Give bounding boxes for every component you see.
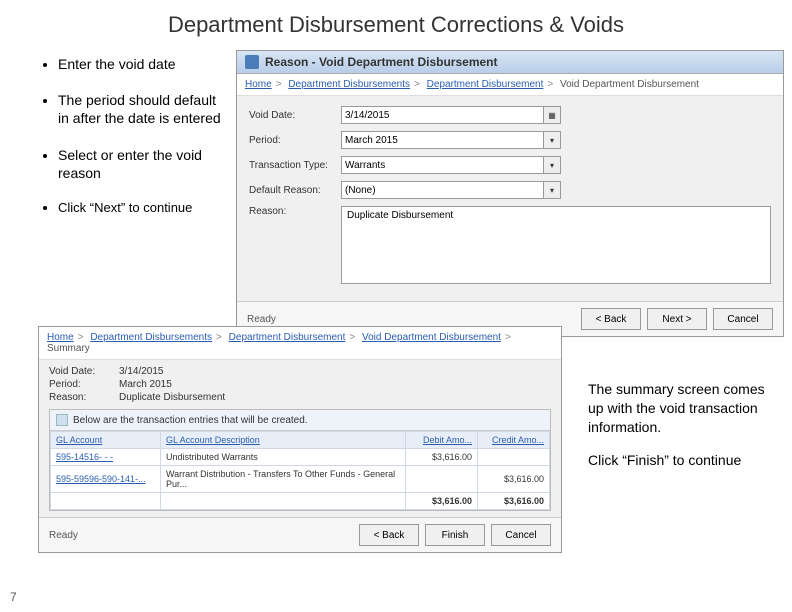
summary-window: Home> Department Disbursements> Departme… bbox=[38, 326, 562, 553]
dropdown-icon[interactable]: ▾ bbox=[543, 181, 561, 199]
txn-type-input[interactable] bbox=[341, 156, 544, 174]
info-icon bbox=[56, 414, 68, 426]
table-row: 595-59596-590-141-... Warrant Distributi… bbox=[51, 466, 550, 493]
window-titlebar: Reason - Void Department Disbursement bbox=[237, 51, 783, 74]
next-button[interactable]: Next > bbox=[647, 308, 707, 330]
sum-void-date-value: 3/14/2015 bbox=[119, 366, 164, 377]
period-label: Period: bbox=[249, 135, 341, 146]
status-text: Ready bbox=[247, 314, 575, 325]
crumb-dept-disbursements[interactable]: Department Disbursements bbox=[90, 332, 212, 343]
crumb-current: Void Department Disbursement bbox=[560, 79, 699, 90]
crumb-current: Summary bbox=[47, 343, 90, 354]
crumb-dept-disbursements[interactable]: Department Disbursements bbox=[288, 79, 410, 90]
bullet-list: Enter the void date The period should de… bbox=[40, 55, 225, 235]
window-title: Reason - Void Department Disbursement bbox=[265, 55, 498, 69]
default-reason-label: Default Reason: bbox=[249, 185, 341, 196]
dropdown-icon[interactable]: ▾ bbox=[543, 156, 561, 174]
cell-description: Warrant Distribution - Transfers To Othe… bbox=[161, 466, 406, 493]
back-button[interactable]: < Back bbox=[581, 308, 641, 330]
col-credit[interactable]: Credit Amo... bbox=[478, 432, 550, 449]
sum-void-date-label: Void Date: bbox=[49, 366, 119, 377]
page-number: 7 bbox=[10, 590, 17, 604]
table-row: 595-14516- - - Undistributed Warrants $3… bbox=[51, 449, 550, 466]
cell-debit: $3,616.00 bbox=[406, 449, 478, 466]
bullet-item: The period should default in after the d… bbox=[58, 91, 225, 127]
reason-textarea[interactable]: Duplicate Disbursement bbox=[342, 207, 770, 283]
cancel-button[interactable]: Cancel bbox=[491, 524, 551, 546]
note-paragraph: The summary screen comes up with the voi… bbox=[588, 380, 768, 437]
crumb-dept-disbursement[interactable]: Department Disbursement bbox=[229, 332, 346, 343]
breadcrumb: Home> Department Disbursements> Departme… bbox=[39, 327, 561, 360]
cell-debit bbox=[406, 466, 478, 493]
transaction-grid: Below are the transaction entries that w… bbox=[49, 409, 551, 511]
bullet-item: Select or enter the void reason bbox=[58, 146, 225, 182]
sum-period-label: Period: bbox=[49, 379, 119, 390]
crumb-home[interactable]: Home bbox=[47, 332, 74, 343]
reason-label: Reason: bbox=[249, 206, 341, 217]
cell-gl-account[interactable]: 595-14516- - - bbox=[51, 449, 161, 466]
period-input[interactable] bbox=[341, 131, 544, 149]
sum-period-value: March 2015 bbox=[119, 379, 172, 390]
cell-credit bbox=[478, 449, 550, 466]
app-icon bbox=[245, 55, 259, 69]
crumb-dept-disbursement[interactable]: Department Disbursement bbox=[427, 79, 544, 90]
default-reason-input[interactable] bbox=[341, 181, 544, 199]
void-date-label: Void Date: bbox=[249, 110, 341, 121]
back-button[interactable]: < Back bbox=[359, 524, 419, 546]
breadcrumb: Home> Department Disbursements> Departme… bbox=[237, 74, 783, 96]
col-debit[interactable]: Debit Amo... bbox=[406, 432, 478, 449]
side-notes: The summary screen comes up with the voi… bbox=[588, 380, 768, 484]
txn-type-label: Transaction Type: bbox=[249, 160, 341, 171]
crumb-void[interactable]: Void Department Disbursement bbox=[362, 332, 501, 343]
grid-info-text: Below are the transaction entries that w… bbox=[73, 415, 308, 426]
table-total-row: $3,616.00 $3,616.00 bbox=[51, 493, 550, 510]
total-credit: $3,616.00 bbox=[478, 493, 550, 510]
slide-title: Department Disbursement Corrections & Vo… bbox=[0, 0, 792, 46]
cancel-button[interactable]: Cancel bbox=[713, 308, 773, 330]
col-gl-account[interactable]: GL Account bbox=[51, 432, 161, 449]
cell-credit: $3,616.00 bbox=[478, 466, 550, 493]
dropdown-icon[interactable]: ▾ bbox=[543, 131, 561, 149]
finish-button[interactable]: Finish bbox=[425, 524, 485, 546]
note-paragraph: Click “Finish” to continue bbox=[588, 451, 768, 470]
sum-reason-label: Reason: bbox=[49, 392, 119, 403]
bullet-item: Enter the void date bbox=[58, 55, 225, 73]
bullet-item: Click “Next” to continue bbox=[58, 200, 225, 217]
col-description[interactable]: GL Account Description bbox=[161, 432, 406, 449]
cell-description: Undistributed Warrants bbox=[161, 449, 406, 466]
reason-window: Reason - Void Department Disbursement Ho… bbox=[236, 50, 784, 337]
calendar-icon[interactable]: ▦ bbox=[543, 106, 561, 124]
status-text: Ready bbox=[49, 530, 353, 541]
total-debit: $3,616.00 bbox=[406, 493, 478, 510]
sum-reason-value: Duplicate Disbursement bbox=[119, 392, 225, 403]
table-header-row: GL Account GL Account Description Debit … bbox=[51, 432, 550, 449]
void-date-input[interactable] bbox=[341, 106, 544, 124]
cell-gl-account[interactable]: 595-59596-590-141-... bbox=[51, 466, 161, 493]
crumb-home[interactable]: Home bbox=[245, 79, 272, 90]
